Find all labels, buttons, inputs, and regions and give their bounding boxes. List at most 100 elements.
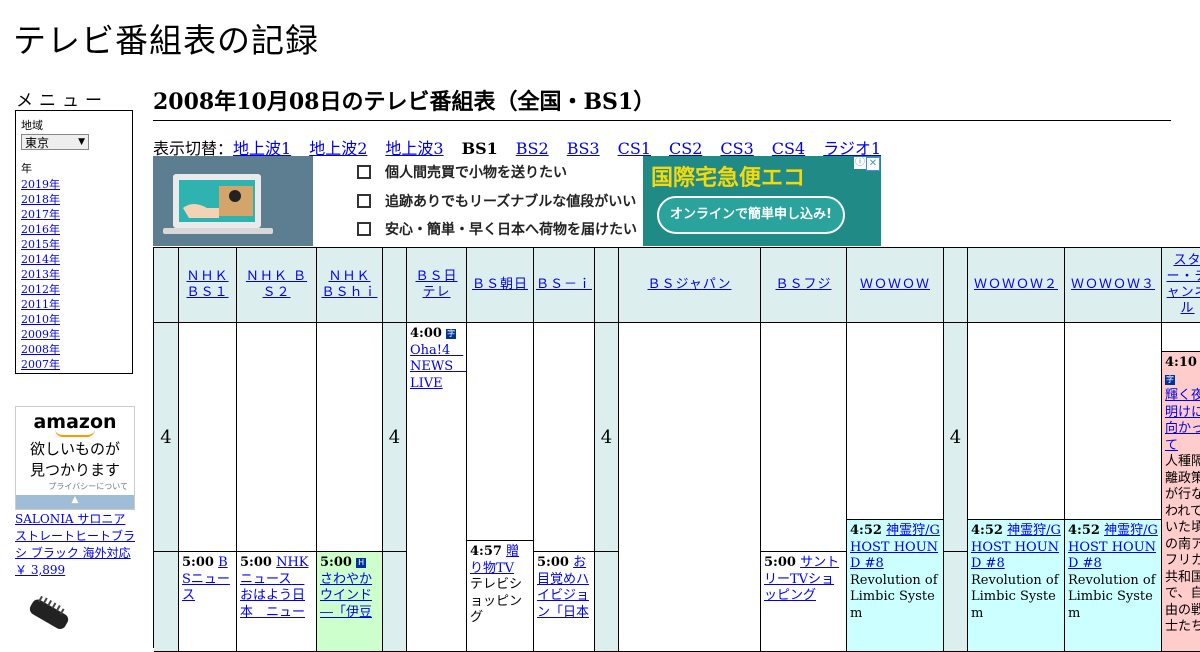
channel-link[interactable]: ＷＯＷＯＷ bbox=[860, 277, 930, 293]
program-desc: テレビショッピング bbox=[470, 577, 523, 625]
banner-brand-panel: 国際宅急便エコ オンラインで簡単申し込み! bbox=[643, 156, 881, 246]
channel-header[interactable]: ＢＳジャパン bbox=[619, 248, 761, 323]
product-price[interactable]: ￥ 3,899 bbox=[15, 563, 65, 577]
year-link[interactable]: 2010年 bbox=[21, 312, 127, 327]
empty-slot bbox=[619, 323, 761, 652]
program-title[interactable]: さわやかウインド―「伊豆 bbox=[320, 572, 372, 620]
year-link[interactable]: 2012年 bbox=[21, 282, 127, 297]
product-link[interactable]: SALONIA サロニア ストレートヒートブラシ ブラック 海外対応 bbox=[15, 512, 135, 560]
program-cell: 4:52 神霊狩/GHOST HOUND #8 Revolution of Li… bbox=[968, 520, 1065, 652]
channel-link[interactable]: ＢＳジャパン bbox=[647, 277, 731, 293]
banner-cta-button[interactable]: オンラインで簡単申し込み! bbox=[657, 196, 845, 234]
empty-slot bbox=[179, 323, 237, 552]
program-time: 4:52 bbox=[1068, 523, 1100, 538]
channel-link[interactable]: ＢＳフジ bbox=[775, 277, 831, 293]
chevron-up-icon[interactable]: ▲ bbox=[16, 495, 134, 509]
hour-header-spacer bbox=[383, 248, 407, 323]
region-select[interactable]: 東京 ▼ bbox=[21, 134, 89, 150]
channel-link[interactable]: ＮＨＫ ＢＳ１ bbox=[181, 269, 234, 301]
year-link[interactable]: 2008年 bbox=[21, 342, 127, 357]
channel-header[interactable]: ＮＨＫ ＢＳ２ bbox=[237, 248, 317, 323]
channel-link[interactable]: ＢＳ－ｉ bbox=[536, 277, 592, 293]
hour-label: 4 bbox=[944, 323, 968, 552]
program-cell: 4:57 贈り物TV テレビショッピング bbox=[467, 541, 534, 652]
channel-header[interactable]: ＢＳ－ｉ bbox=[534, 248, 595, 323]
program-cell: 4:00 字 Oha!4 NEWS LIVE bbox=[407, 323, 467, 652]
program-time: 4:10 bbox=[1165, 355, 1197, 370]
program-title[interactable]: Oha!4 NEWS LIVE bbox=[410, 343, 466, 391]
check-icon bbox=[357, 194, 371, 208]
page-heading: 2008年10月08日のテレビ番組表（全国・BS1） bbox=[153, 84, 1171, 121]
year-link[interactable]: 2007年 bbox=[21, 357, 127, 372]
year-link[interactable]: 2015年 bbox=[21, 237, 127, 252]
channel-link[interactable]: スター・チャンネル bbox=[1164, 253, 1200, 317]
program-time: 4:52 bbox=[850, 523, 882, 538]
hour-label-next bbox=[595, 552, 619, 652]
program-title[interactable]: 輝く夜明けに向かって bbox=[1165, 388, 1200, 453]
program-time: 4:52 bbox=[971, 523, 1003, 538]
program-cell: 4:10 字 輝く夜明けに向かって 人種隔離政策が行なわれていた頃の南アフリカ共… bbox=[1162, 352, 1200, 652]
text-broadcast-icon: 字 bbox=[446, 329, 457, 339]
hair-brush-icon[interactable] bbox=[22, 596, 74, 636]
hd-broadcast-icon: H bbox=[356, 558, 367, 568]
channel-link[interactable]: ＷＯＷＯＷ２ bbox=[974, 277, 1058, 293]
hour-label: 4 bbox=[383, 323, 407, 552]
program-time: 5:00 bbox=[537, 555, 569, 570]
empty-slot bbox=[237, 323, 317, 552]
banner-line2: 追跡ありでもリーズナブルな値段がいい bbox=[385, 194, 637, 210]
program-desc: Revolution of Limbic System bbox=[1068, 572, 1156, 621]
channel-header[interactable]: ＮＨＫ ＢＳｈｉ bbox=[317, 248, 383, 323]
year-link[interactable]: 2019年 bbox=[21, 177, 127, 192]
region-select-value: 東京 bbox=[25, 135, 50, 150]
year-link[interactable]: 2011年 bbox=[21, 297, 127, 312]
amazon-ad[interactable]: amazon 欲しいものが 見つかります プライバシーについて ▲ bbox=[15, 406, 135, 510]
year-link[interactable]: 2013年 bbox=[21, 267, 127, 282]
program-cell: 5:00 H さわやかウインド―「伊豆 bbox=[317, 552, 383, 652]
channel-header[interactable]: ＷＯＷＯＷ２ bbox=[968, 248, 1065, 323]
year-link[interactable]: 2017年 bbox=[21, 207, 127, 222]
banner-brand: 国際宅急便エコ bbox=[651, 166, 806, 191]
program-time: 4:57 bbox=[470, 544, 502, 559]
channel-header[interactable]: ＢＳ朝日 bbox=[467, 248, 534, 323]
banner-line1: 個人間売買で小物を送りたい bbox=[385, 165, 567, 181]
hour-label-next bbox=[944, 552, 968, 652]
menu-label: メニュー bbox=[16, 91, 108, 111]
chevron-down-icon: ▼ bbox=[78, 137, 85, 147]
check-icon bbox=[357, 222, 371, 236]
program-grid: ＮＨＫ ＢＳ１ ＮＨＫ ＢＳ２ ＮＨＫ ＢＳｈｉ ＢＳ日テレ ＢＳ朝日 ＢＳ－ｉ… bbox=[153, 247, 1200, 652]
program-desc: Revolution of Limbic System bbox=[850, 572, 938, 621]
program-cell: 4:52 神霊狩/GHOST HOUND #8 Revolution of Li… bbox=[847, 520, 944, 652]
program-time: 5:00 bbox=[764, 555, 796, 570]
channel-link[interactable]: ＢＳ朝日 bbox=[472, 277, 528, 293]
empty-slot bbox=[968, 323, 1065, 520]
channel-header[interactable]: ＢＳフジ bbox=[761, 248, 847, 323]
channel-header[interactable]: スター・チャンネル bbox=[1162, 248, 1200, 323]
program-time: 5:00 bbox=[320, 555, 352, 570]
channel-header[interactable]: ＷＯＷＯＷ３ bbox=[1065, 248, 1162, 323]
hour-header-spacer bbox=[944, 248, 968, 323]
empty-slot bbox=[467, 323, 534, 541]
channel-header[interactable]: ＢＳ日テレ bbox=[407, 248, 467, 323]
amazon-privacy-link[interactable]: プライバシーについて bbox=[16, 481, 134, 492]
channel-link[interactable]: ＮＨＫ ＢＳ２ bbox=[239, 269, 314, 301]
close-icon[interactable]: ✕ bbox=[866, 157, 880, 171]
channel-header[interactable]: ＮＨＫ ＢＳ１ bbox=[179, 248, 237, 323]
year-link[interactable]: 2014年 bbox=[21, 252, 127, 267]
hour-label-next bbox=[154, 552, 179, 652]
product-block: SALONIA サロニア ストレートヒートブラシ ブラック 海外対応 ￥ 3,8… bbox=[15, 511, 137, 579]
year-link[interactable]: 2018年 bbox=[21, 192, 127, 207]
check-icon bbox=[357, 165, 371, 179]
channel-link[interactable]: ＷＯＷＯＷ３ bbox=[1071, 277, 1155, 293]
amazon-copy-line1: 欲しいものが bbox=[29, 440, 120, 458]
empty-slot bbox=[317, 323, 383, 552]
channel-link[interactable]: ＢＳ日テレ bbox=[409, 269, 464, 301]
ad-banner[interactable]: 個人間売買で小物を送りたい 追跡ありでもリーズナブルな値段がいい 安心・簡単・早… bbox=[153, 156, 881, 246]
channel-link[interactable]: ＮＨＫ ＢＳｈｉ bbox=[319, 269, 380, 301]
empty-slot bbox=[534, 323, 595, 552]
empty-slot bbox=[1065, 323, 1162, 520]
year-link[interactable]: 2016年 bbox=[21, 222, 127, 237]
channel-header[interactable]: ＷＯＷＯＷ bbox=[847, 248, 944, 323]
info-icon[interactable]: ⓘ bbox=[854, 157, 866, 169]
hour-label-next bbox=[383, 552, 407, 652]
year-link[interactable]: 2009年 bbox=[21, 327, 127, 342]
